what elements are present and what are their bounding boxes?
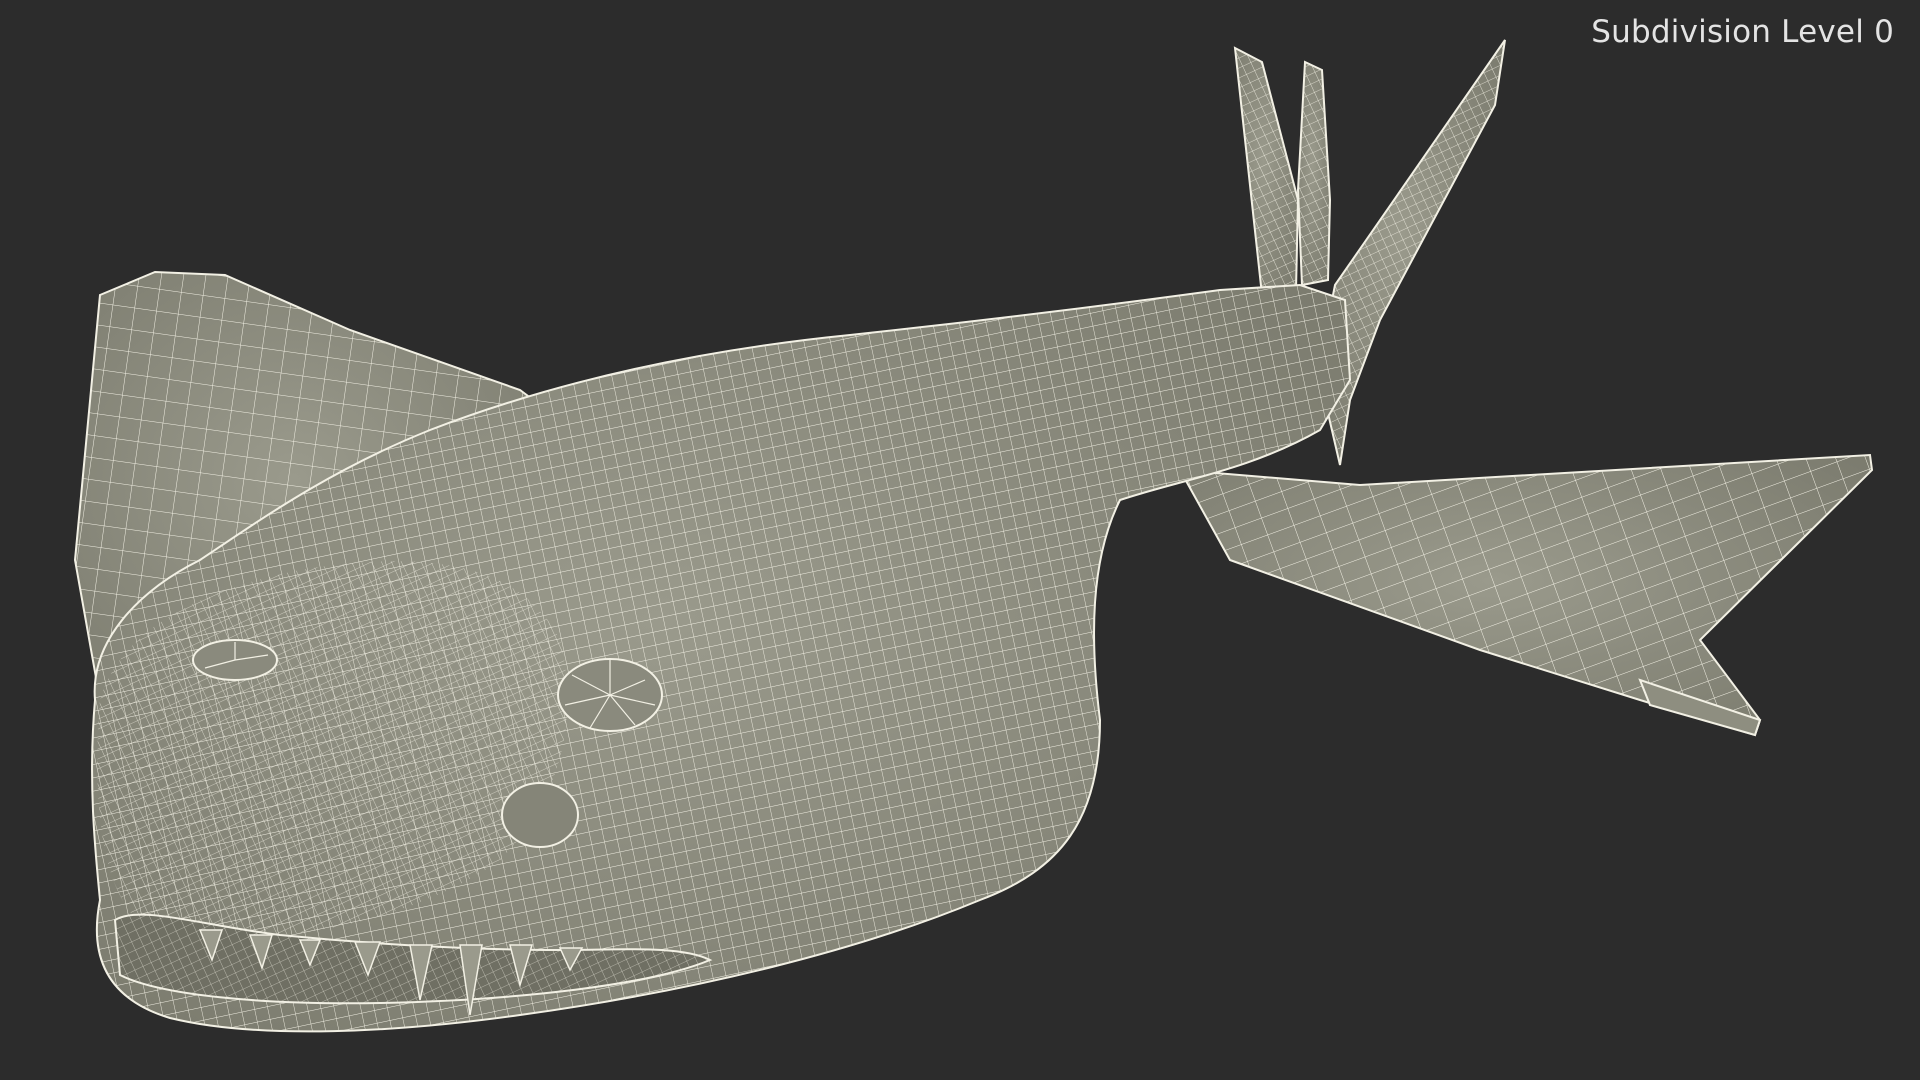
tail-fin	[1316, 39, 1506, 466]
nostril-bump	[501, 782, 579, 848]
shark-wireframe-model	[73, 39, 1874, 1033]
right-pectoral-fin	[1178, 453, 1874, 737]
render-viewport: Subdivision Level 0	[0, 0, 1920, 1080]
dorsal-fins	[1233, 46, 1332, 297]
subdivision-level-label: Subdivision Level 0	[1591, 14, 1894, 50]
